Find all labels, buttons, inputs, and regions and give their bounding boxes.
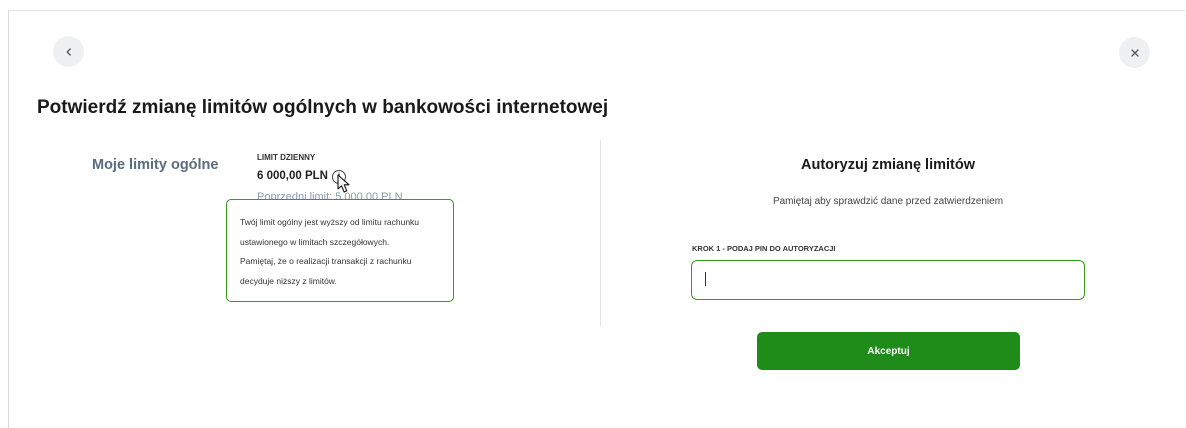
auth-subtitle: Pamiętaj aby sprawdzić dane przed zatwie… (772, 196, 1004, 207)
back-button[interactable] (53, 36, 84, 67)
limits-section-label: Moje limity ogólne (92, 157, 219, 173)
tooltip-line: ustawionego w limitach szczegółowych. (240, 236, 390, 247)
close-icon (1130, 48, 1139, 57)
pin-input[interactable] (691, 260, 1085, 300)
mouse-pointer-icon (337, 174, 350, 193)
close-button[interactable] (1119, 37, 1150, 68)
tooltip-line: decyduje niższy z limitów. (240, 275, 337, 286)
page-title: Potwierdź zmianę limitów ogólnych w bank… (37, 97, 609, 118)
auth-title: Autoryzuj zmianę limitów (800, 157, 975, 173)
tooltip-line: Twój limit ogólny jest wyższy od limitu … (240, 217, 420, 227)
daily-limit-value: 6 000,00 PLN (257, 170, 328, 182)
tooltip-line: Pamiętaj, że o realizacji transakcji z r… (240, 256, 412, 266)
daily-limit-label: LIMIT DZIENNY (257, 153, 316, 162)
pin-step-label: KROK 1 - PODAJ PIN DO AUTORYZACJI (692, 244, 836, 253)
text-caret (705, 272, 706, 286)
accept-button[interactable]: Akceptuj (757, 332, 1020, 370)
column-divider (600, 140, 601, 326)
limit-tooltip: Twój limit ogólny jest wyższy od limitu … (226, 199, 454, 302)
chevron-left-icon (66, 47, 71, 56)
